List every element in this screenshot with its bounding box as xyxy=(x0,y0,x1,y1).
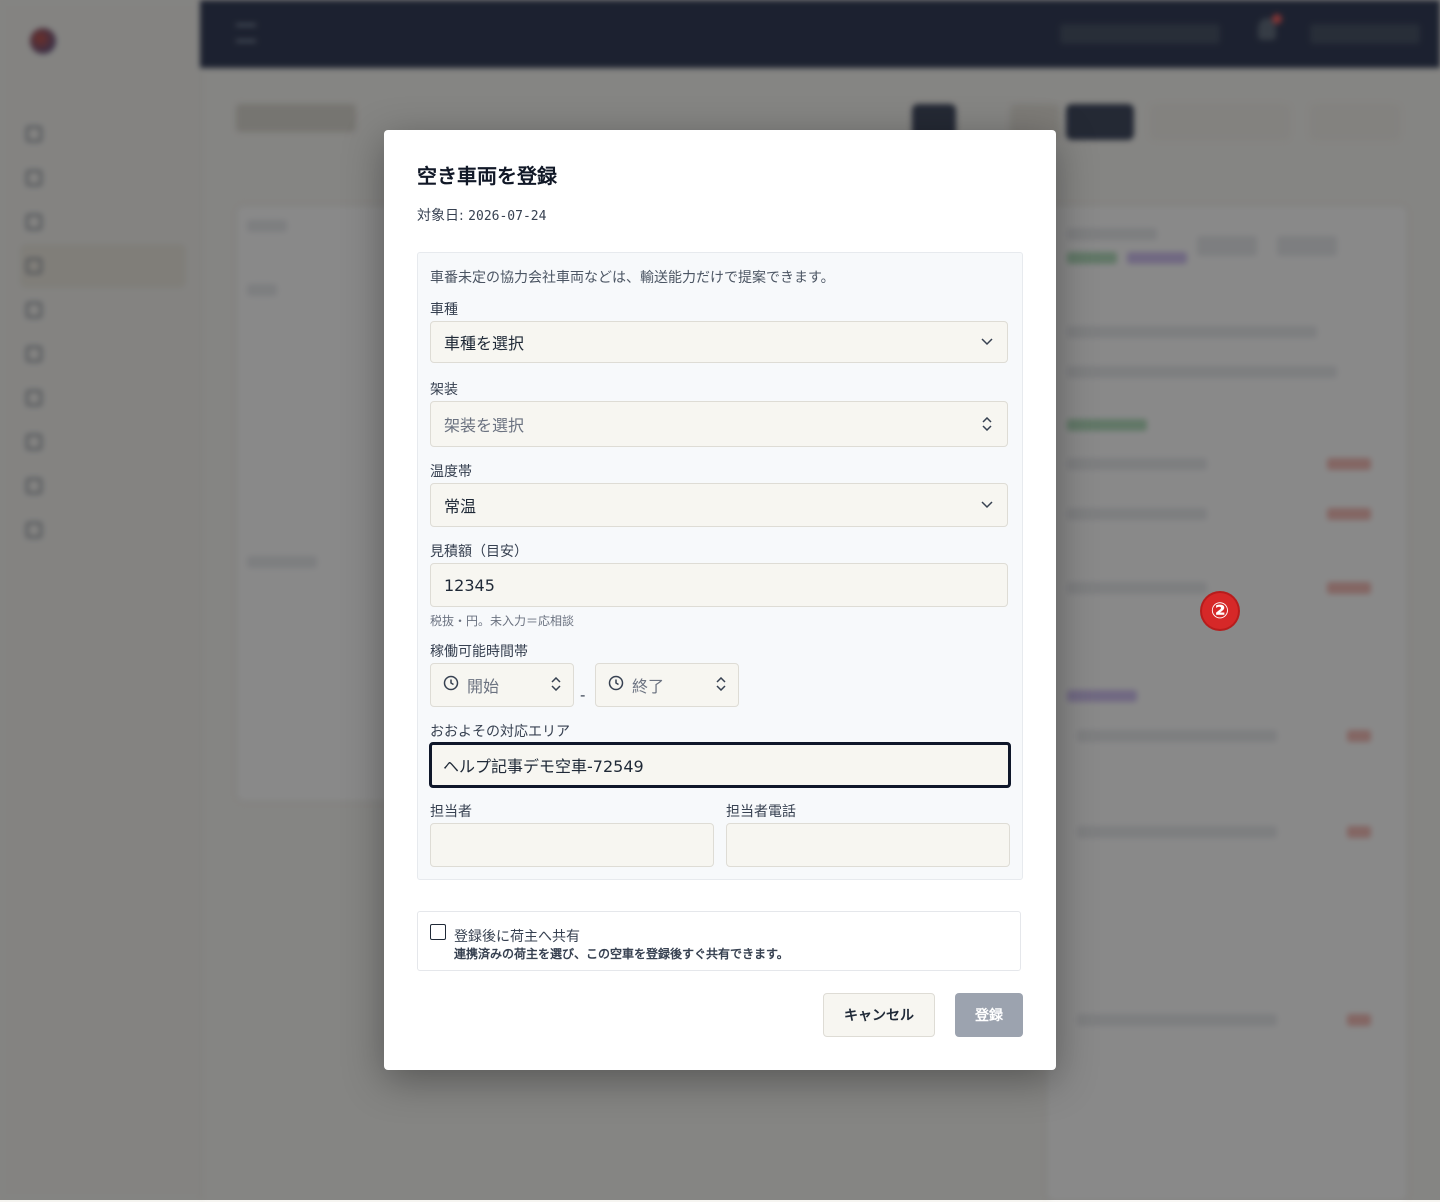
body-type-label: 架装 xyxy=(430,382,458,398)
clock-icon xyxy=(443,675,459,695)
chevron-down-icon xyxy=(980,498,994,512)
temperature-value: 常温 xyxy=(444,497,477,516)
dialog-title: 空き車両を登録 xyxy=(417,164,557,188)
start-time-placeholder: 開始 xyxy=(467,677,500,696)
start-time-input[interactable]: 開始 xyxy=(430,663,574,707)
chevrons-up-down-icon xyxy=(716,676,726,695)
contact-input[interactable] xyxy=(430,823,714,867)
time-separator: - xyxy=(580,686,586,704)
temperature-label: 温度帯 xyxy=(430,464,472,480)
form-panel: 車番未定の協力会社車両などは、輸送能力だけで提案できます。 車種 車種を選択 架… xyxy=(417,252,1023,880)
contact-label: 担当者 xyxy=(430,804,472,820)
chevrons-up-down-icon xyxy=(551,676,561,695)
estimate-note: 税抜・円。未入力＝応相談 xyxy=(430,614,575,628)
share-option: 登録後に荷主へ共有 連携済みの荷主を選び、この空車を登録後すぐ共有できます。 xyxy=(417,911,1021,971)
target-date: 対象日: 2026-07-24 xyxy=(417,205,546,225)
vehicle-type-value: 車種を選択 xyxy=(444,334,525,353)
share-checkbox[interactable] xyxy=(430,924,446,940)
area-value: ヘルプ記事デモ空車-72549 xyxy=(443,757,644,776)
target-date-value: 2026-07-24 xyxy=(468,209,547,224)
hours-label: 稼働可能時間帯 xyxy=(430,644,528,660)
temperature-select[interactable]: 常温 xyxy=(430,483,1008,527)
estimate-input[interactable]: 12345 xyxy=(430,563,1008,607)
target-date-label: 対象日: xyxy=(417,208,464,224)
register-vehicle-dialog: 空き車両を登録 対象日: 2026-07-24 車番未定の協力会社車両などは、輸… xyxy=(384,130,1056,1070)
contact-phone-label: 担当者電話 xyxy=(726,804,796,820)
estimate-label: 見積額（目安） xyxy=(430,544,528,560)
area-label: おおよその対応エリア xyxy=(430,724,570,740)
contact-phone-input[interactable] xyxy=(726,823,1010,867)
share-label[interactable]: 登録後に荷主へ共有 xyxy=(454,926,580,946)
chevrons-up-down-icon xyxy=(980,417,994,431)
end-time-placeholder: 終了 xyxy=(632,677,665,696)
area-input[interactable]: ヘルプ記事デモ空車-72549 xyxy=(429,742,1011,788)
cancel-button[interactable]: キャンセル xyxy=(823,993,935,1037)
submit-button[interactable]: 登録 xyxy=(955,993,1023,1037)
annotation-badge: ② xyxy=(1202,593,1238,629)
estimate-value: 12345 xyxy=(444,575,495,595)
chevron-down-icon xyxy=(980,335,994,349)
share-description: 連携済みの荷主を選び、この空車を登録後すぐ共有できます。 xyxy=(454,947,789,961)
form-hint: 車番未定の協力会社車両などは、輸送能力だけで提案できます。 xyxy=(430,270,835,286)
body-type-placeholder: 架装を選択 xyxy=(444,416,525,435)
clock-icon xyxy=(608,675,624,695)
end-time-input[interactable]: 終了 xyxy=(595,663,739,707)
body-type-combobox[interactable]: 架装を選択 xyxy=(430,401,1008,447)
vehicle-type-label: 車種 xyxy=(430,302,458,318)
vehicle-type-select[interactable]: 車種を選択 xyxy=(430,321,1008,363)
